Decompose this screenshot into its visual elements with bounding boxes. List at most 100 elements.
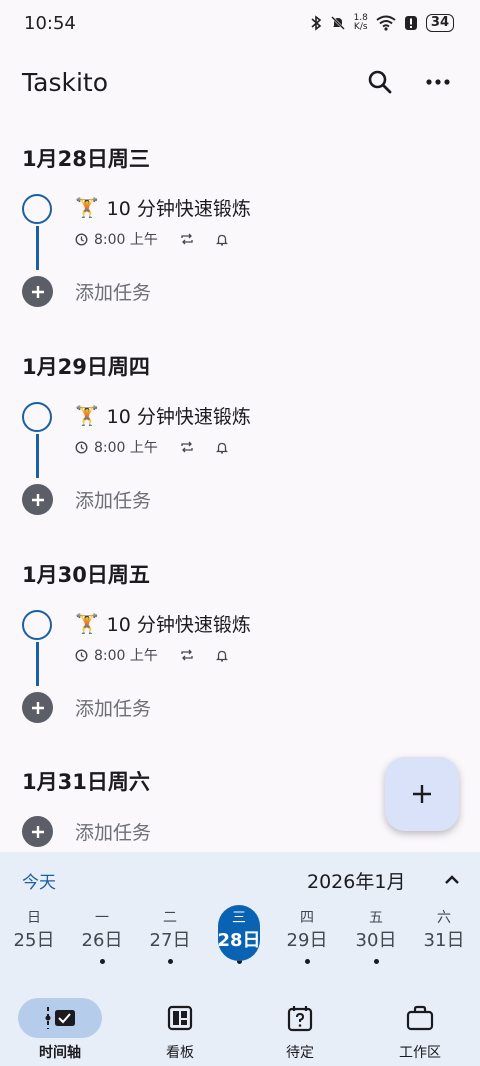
weekday-label: 日: [27, 910, 41, 926]
date-label: 29日: [286, 930, 328, 951]
task-meta: 8:00 上午: [75, 645, 228, 665]
plus-icon: [31, 493, 44, 506]
add-task-label[interactable]: 添加任务: [75, 694, 151, 721]
date-label: 28日: [217, 930, 261, 951]
weightlifting-icon: 🏋: [75, 613, 99, 635]
calendar-day[interactable]: 日 25日: [4, 908, 64, 954]
add-task-fab[interactable]: [385, 757, 459, 831]
timeline-connector: [36, 434, 39, 478]
day-header: 1月30日周五: [22, 563, 150, 587]
task-title[interactable]: 🏋 10 分钟快速锻炼: [75, 194, 251, 221]
task-meta: 8:00 上午: [75, 437, 228, 457]
nav-label: 时间轴: [39, 1045, 81, 1061]
timeline-connector: [36, 642, 39, 686]
more-options-button[interactable]: [416, 60, 460, 104]
weekday-label: 六: [437, 910, 451, 926]
add-task-button[interactable]: [22, 276, 53, 307]
task-complete-toggle[interactable]: [22, 194, 52, 224]
calendar-day[interactable]: 二 27日: [140, 908, 200, 964]
add-task-label[interactable]: 添加任务: [75, 818, 151, 845]
day-section: 1月30日周五 🏋 10 分钟快速锻炼 8:00 上午 添加任务: [0, 556, 480, 736]
task-dot: [373, 959, 379, 964]
date-label: 26日: [81, 930, 123, 951]
status-time: 10:54: [24, 12, 76, 34]
nav-pending[interactable]: 待定: [250, 998, 350, 1062]
reminder-bell-icon: [215, 442, 228, 454]
add-task-button[interactable]: [22, 692, 53, 723]
task-time: 8:00 上午: [94, 440, 158, 456]
repeat-icon: [181, 233, 193, 245]
calendar-day[interactable]: 一 26日: [72, 908, 132, 964]
app-title: Taskito: [22, 67, 108, 97]
status-icons: 1.8 K/s 34: [310, 14, 454, 32]
repeat-icon: [181, 441, 193, 453]
task-dot: [167, 959, 173, 964]
plus-icon: [413, 785, 431, 803]
month-label[interactable]: 2026年1月: [307, 867, 405, 894]
today-button[interactable]: 今天: [22, 868, 56, 893]
clock-icon: [75, 440, 88, 454]
app-bar: Taskito: [0, 54, 480, 110]
plus-icon: [31, 825, 44, 838]
task-complete-toggle[interactable]: [22, 610, 52, 640]
nav-label: 工作区: [399, 1045, 441, 1061]
battery-indicator: 34: [425, 14, 454, 32]
date-label: 31日: [423, 930, 465, 951]
bottom-navigation: 时间轴 看板 待定 工作区: [0, 990, 480, 1066]
reminder-bell-icon: [215, 650, 228, 662]
status-bar: 10:54 1.8 K/s 34: [0, 0, 480, 46]
task-time: 8:00 上午: [94, 232, 158, 248]
timeline-connector: [36, 226, 39, 270]
weekday-label: 五: [369, 910, 383, 926]
search-button[interactable]: [358, 60, 402, 104]
nav-label: 看板: [166, 1045, 194, 1061]
task-dot: [99, 959, 105, 964]
speed-unit: K/s: [353, 22, 368, 32]
weightlifting-icon: 🏋: [75, 197, 99, 219]
date-label: 30日: [355, 930, 397, 951]
board-icon: [167, 1005, 193, 1031]
add-task-button[interactable]: [22, 816, 53, 847]
repeat-icon: [181, 649, 193, 661]
task-title[interactable]: 🏋 10 分钟快速锻炼: [75, 402, 251, 429]
weekday-label: 三: [232, 910, 246, 926]
mute-bell-icon: [330, 16, 345, 30]
add-task-label[interactable]: 添加任务: [75, 278, 151, 305]
calendar-day-selected[interactable]: 三 28日: [209, 905, 269, 964]
task-title-text: 10 分钟快速锻炼: [106, 406, 251, 428]
nav-timeline[interactable]: 时间轴: [10, 998, 110, 1062]
calendar-day[interactable]: 六 31日: [414, 908, 474, 954]
date-label: 25日: [13, 930, 55, 951]
more-vert-icon: [426, 79, 450, 85]
weightlifting-icon: 🏋: [75, 405, 99, 427]
weekday-label: 四: [300, 910, 314, 926]
task-title-text: 10 分钟快速锻炼: [106, 614, 251, 636]
nav-icon-container: [138, 998, 222, 1038]
plus-icon: [31, 285, 44, 298]
plus-icon: [31, 701, 44, 714]
nav-workspace[interactable]: 工作区: [370, 998, 470, 1062]
bluetooth-icon: [311, 15, 321, 31]
collapse-calendar-button[interactable]: [438, 866, 466, 894]
wifi-icon: [376, 15, 396, 31]
nav-board[interactable]: 看板: [130, 998, 230, 1062]
task-title[interactable]: 🏋 10 分钟快速锻炼: [75, 610, 251, 637]
task-meta: 8:00 上午: [75, 229, 228, 249]
nav-icon-container: [378, 998, 462, 1038]
day-header: 1月28日周三: [22, 147, 150, 171]
task-dot: [304, 959, 310, 964]
weekday-label: 一: [95, 910, 109, 926]
nav-label: 待定: [286, 1045, 314, 1061]
date-label: 27日: [149, 930, 191, 951]
nav-active-indicator: [18, 998, 102, 1038]
add-task-button[interactable]: [22, 484, 53, 515]
calendar-day[interactable]: 四 29日: [277, 908, 337, 964]
task-complete-toggle[interactable]: [22, 402, 52, 432]
week-calendar: 今天 2026年1月 日 25日 一 26日 二 27日 三 28日 四 29日…: [0, 852, 480, 990]
briefcase-icon: [406, 1005, 434, 1031]
calendar-day[interactable]: 五 30日: [346, 908, 406, 964]
pending-calendar-icon: [287, 1006, 313, 1032]
alert-icon: [404, 16, 417, 30]
add-task-label[interactable]: 添加任务: [75, 486, 151, 513]
weekday-label: 二: [163, 910, 177, 926]
